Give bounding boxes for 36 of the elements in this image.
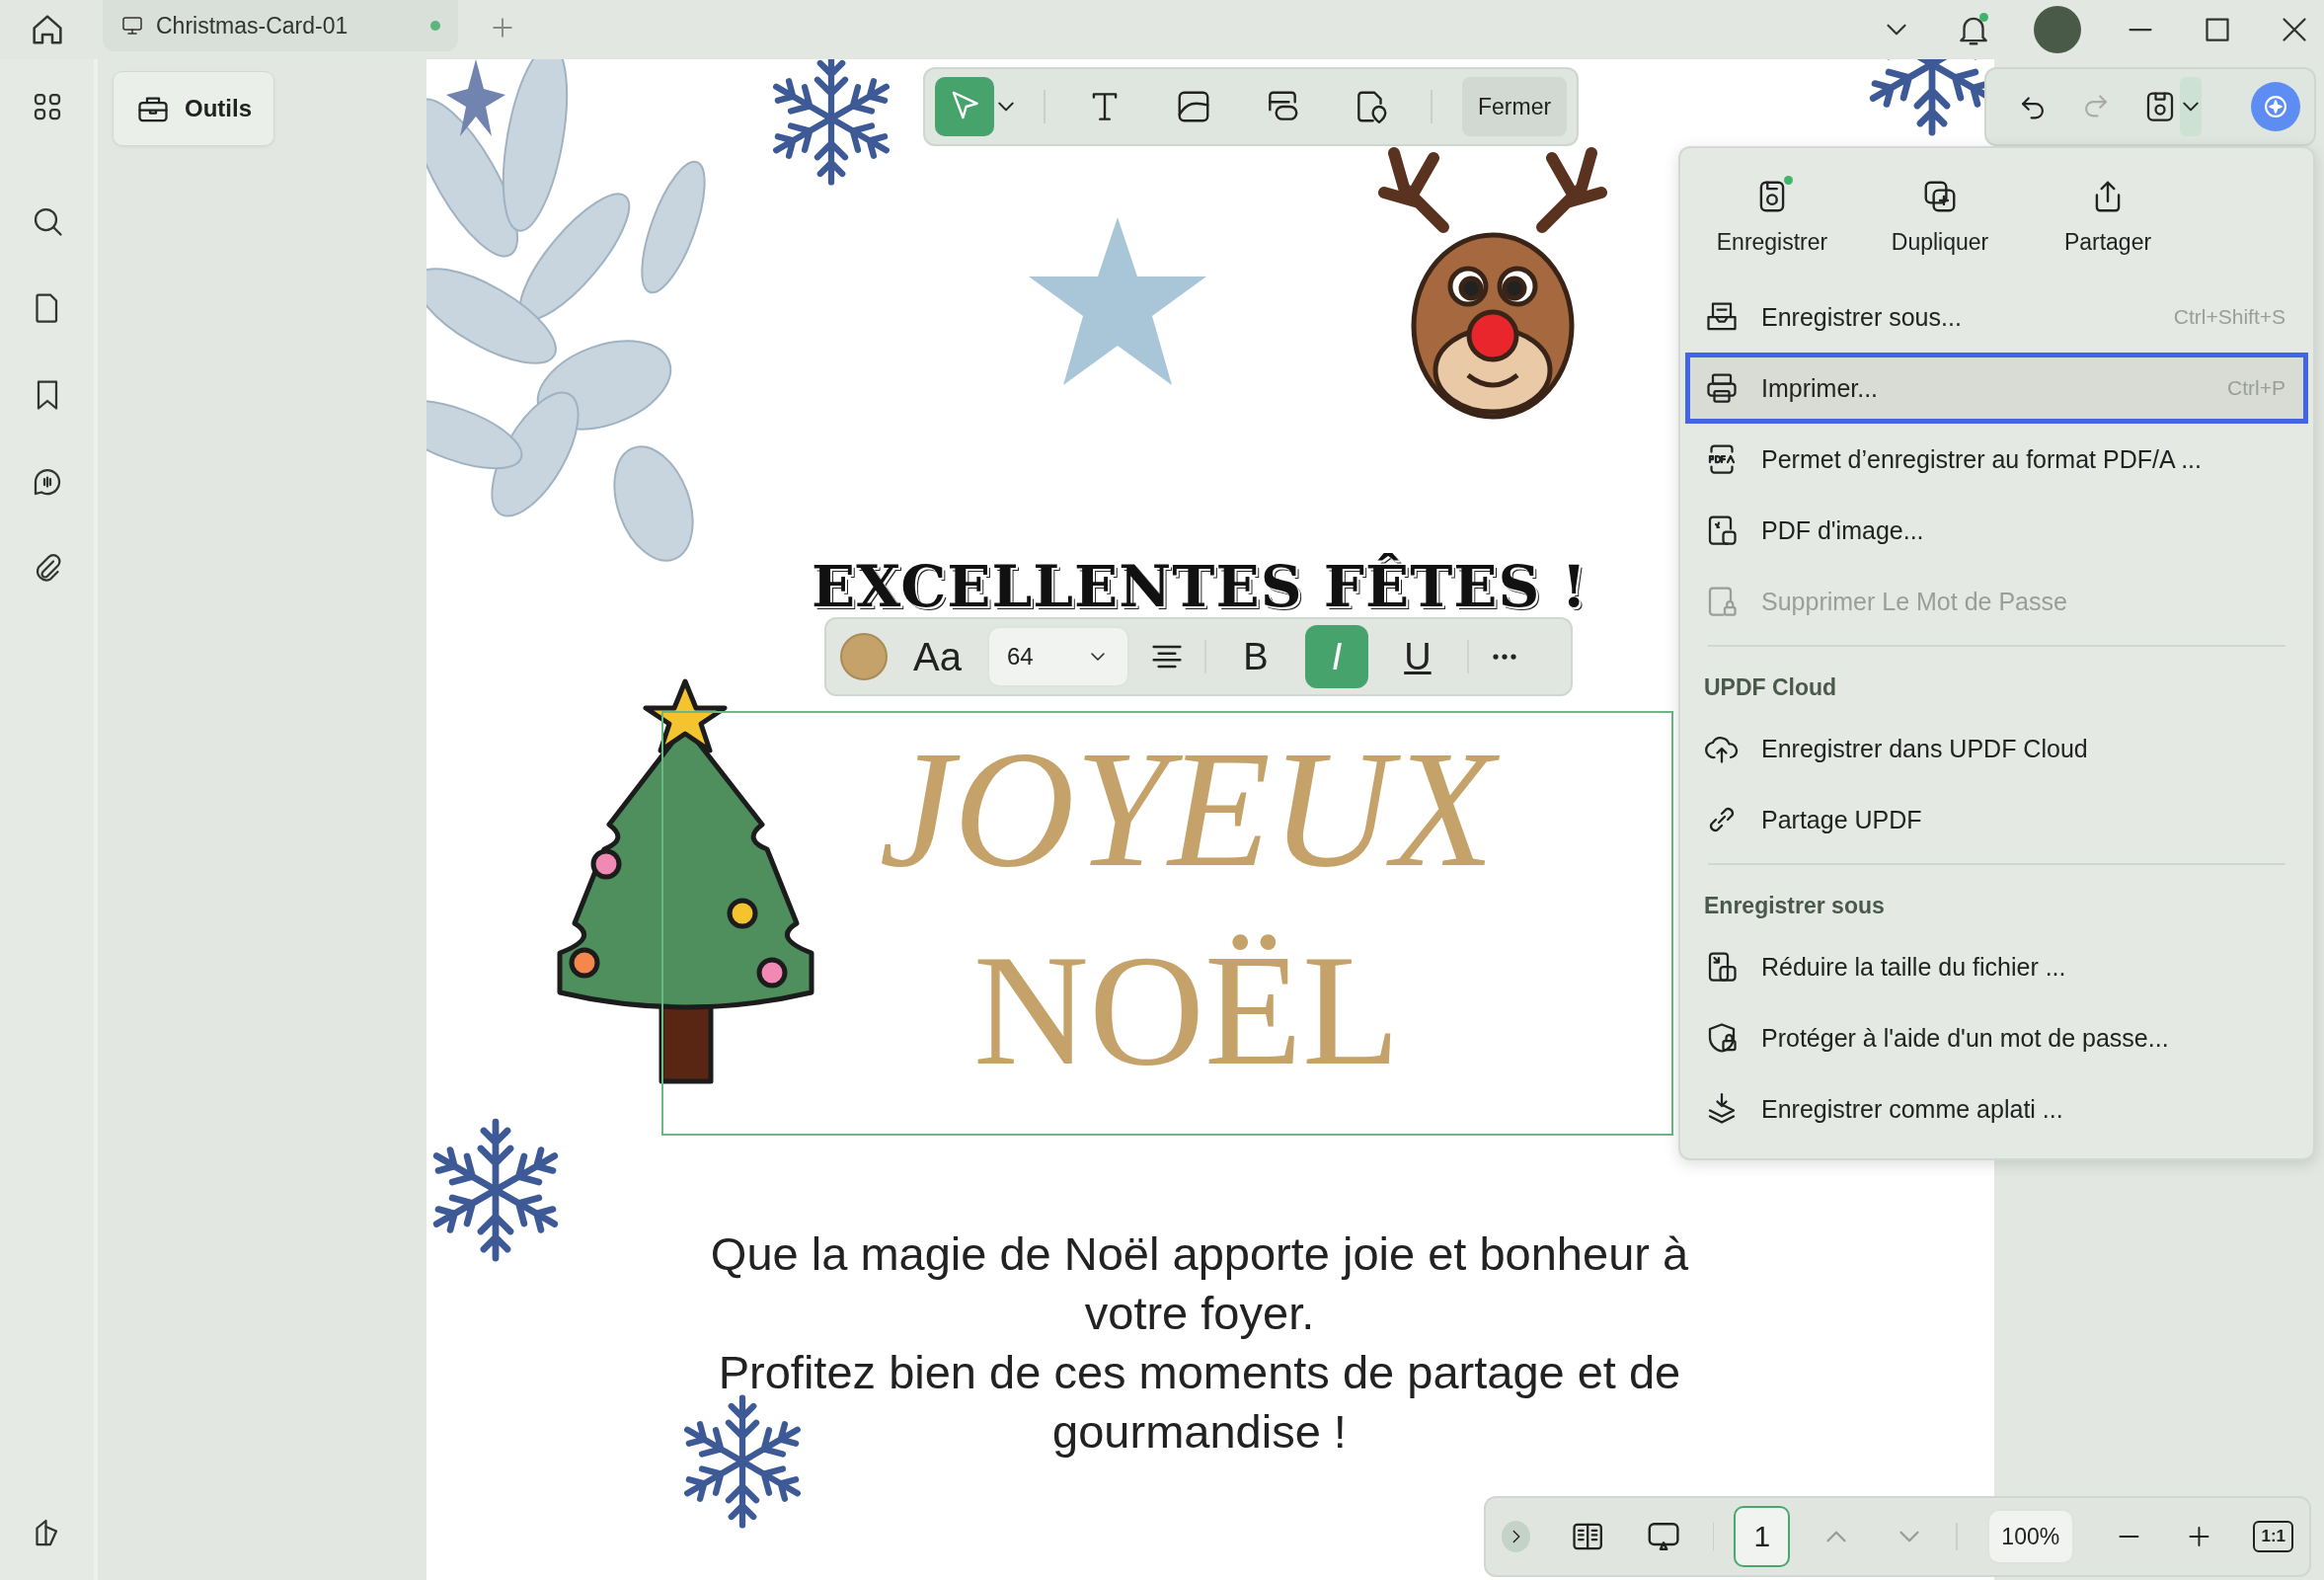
title-text: NOËL: [972, 930, 1401, 1090]
greeting-heading: EXCELLENTES FÊTES !: [812, 553, 1582, 620]
menu-action-button[interactable]: Enregistrer: [1688, 166, 1856, 268]
page-number-field[interactable]: 1: [1734, 1506, 1791, 1567]
menu-item[interactable]: Réduire la taille du fichier ...: [1685, 931, 2308, 1002]
expand-button[interactable]: [1502, 1521, 1531, 1552]
font-button[interactable]: Aa: [905, 634, 969, 679]
close-edit-button[interactable]: Fermer: [1462, 77, 1568, 136]
tools-button[interactable]: Outils: [113, 71, 274, 146]
caret-icon[interactable]: [998, 102, 1014, 112]
text-style-button[interactable]: B: [1223, 625, 1287, 688]
monitor-icon: [120, 14, 144, 38]
shortcut-text: Ctrl+P: [2227, 376, 2285, 400]
save-options-button[interactable]: [2180, 77, 2202, 136]
actual-size-button[interactable]: 1:1: [2253, 1521, 2293, 1552]
ai-assistant-button[interactable]: [2251, 82, 2300, 131]
text-style-button[interactable]: U: [1385, 625, 1449, 688]
menu-item[interactable]: Protéger à l'aide d'un mot de passe...: [1685, 1002, 2308, 1073]
menu-action-button[interactable]: Partager: [2024, 166, 2192, 268]
menu-item[interactable]: PDF d'image...: [1685, 495, 2308, 566]
menu-action-button[interactable]: Dupliquer: [1856, 166, 2024, 268]
menu-item[interactable]: Enregistrer sous... Ctrl+Shift+S: [1685, 281, 2308, 353]
shortcut-text: Ctrl+Shift+S: [2173, 305, 2285, 329]
menu-section-header: Enregistrer sous: [1703, 892, 1886, 920]
font-size-dropdown[interactable]: 64: [986, 626, 1129, 687]
menu-item[interactable]: Permet d’enregistrer au format PDF/A ...: [1685, 424, 2308, 495]
menu-item[interactable]: Enregistrer comme aplati ...: [1685, 1073, 2308, 1145]
avatar[interactable]: [2034, 6, 2081, 53]
menu-item[interactable]: Imprimer... Ctrl+P: [1685, 353, 2308, 424]
document-tab[interactable]: Christmas-Card-01: [103, 0, 458, 51]
zoom-field[interactable]: 100%: [1986, 1509, 2074, 1564]
printer-icon: [1704, 370, 1740, 406]
caret-icon: [2183, 102, 2199, 112]
message-paragraph: Que la magie de Noël apporte joie et bonheur à votre foyer. Profitez bien de ces moments de partage et de gourmandise !: [709, 1226, 1690, 1460]
color-swatch[interactable]: [840, 633, 888, 680]
menu-section-header: UPDF Cloud: [1703, 673, 1838, 702]
